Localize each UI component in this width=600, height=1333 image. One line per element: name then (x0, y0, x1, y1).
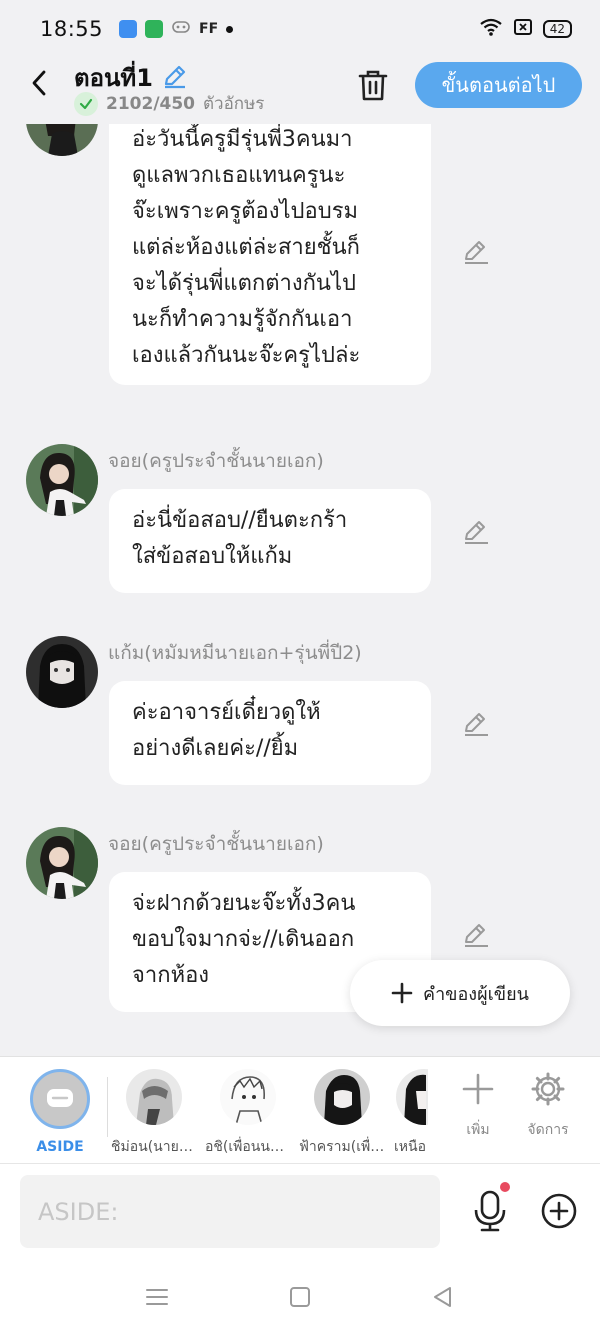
more-notifications-dot (226, 25, 234, 33)
speaker-name: จอย(ครูประจำชั้นนายเอก) (108, 450, 324, 472)
notification-icons: FF (119, 19, 234, 39)
composer (0, 1164, 600, 1260)
back-nav-button[interactable] (430, 1284, 456, 1310)
avatar[interactable] (26, 444, 98, 516)
plus-icon (462, 1073, 494, 1105)
character-name: เหนือ (394, 1139, 426, 1155)
speaker-name: จอย(ครูประจำชั้นนายเอก) (108, 833, 324, 855)
character-item[interactable]: ฟ้าคราม(เพื่อน (299, 1069, 385, 1158)
character-name: ชิม่อน(นายเอก (111, 1139, 197, 1155)
menu-icon (146, 1289, 168, 1305)
edit-message-button[interactable] (462, 518, 490, 546)
message-input[interactable] (20, 1175, 440, 1248)
pencil-icon (465, 713, 488, 736)
battery-indicator: 42 (542, 20, 572, 38)
avatar[interactable] (26, 124, 98, 156)
message-text: อ่ะวันนี้ครูมีรุ่นพี่3คนมา ดูแลพวกเธอแทน… (132, 127, 361, 368)
edit-message-button[interactable] (462, 921, 490, 949)
avatar (314, 1069, 370, 1125)
edit-message-button[interactable] (462, 710, 490, 738)
recording-indicator-dot (500, 1182, 510, 1192)
author-note-button[interactable]: คำของผู้เขียน (350, 960, 570, 1026)
square-icon (290, 1287, 310, 1307)
back-button[interactable] (22, 66, 56, 100)
message-bubble[interactable]: อ่ะวันนี้ครูมีรุ่นพี่3คนมา ดูแลพวกเธอแทน… (109, 124, 431, 385)
edit-title-icon[interactable] (161, 62, 189, 94)
message-text: อ่ะนี่ข้อสอบ//ยืนตะกร้า ใส่ข้อสอบให้แก้ม (132, 508, 348, 569)
character-name: อชิ(เพื่อนนายเอก (205, 1139, 291, 1155)
message-text: ค่ะอาจารย์เดี๋ยวดูให้ อย่างดีเลยค่ะ//ยิ้… (132, 700, 321, 761)
wifi-icon (479, 17, 503, 41)
plus-icon (391, 982, 413, 1004)
plus-circle-icon (541, 1193, 577, 1229)
pencil-icon (465, 521, 488, 544)
character-item[interactable]: ชิม่อน(นายเอก (111, 1069, 197, 1158)
character-count: 2102/450 (106, 93, 196, 114)
pencil-icon (465, 241, 488, 264)
check-icon (74, 91, 98, 116)
avatar (396, 1069, 428, 1125)
avatar (220, 1069, 276, 1125)
divider (107, 1077, 108, 1137)
status-bar: 18:55 FF 42 (0, 0, 600, 58)
character-item[interactable]: อชิ(เพื่อนนายเอก (205, 1069, 291, 1158)
speech-bubble-icon (47, 1089, 73, 1107)
triangle-back-icon (434, 1287, 451, 1307)
avatar (126, 1069, 182, 1125)
app-notification-icon (145, 20, 164, 38)
editor-header: ตอนที่1 2102/450 ตัวอักษร ขั้นตอนต่อไป (0, 58, 600, 124)
message-bubble[interactable]: ค่ะอาจารย์เดี๋ยวดูให้ อย่างดีเลยค่ะ//ยิ้… (109, 681, 431, 785)
status-time: 18:55 (40, 17, 104, 41)
next-step-button[interactable]: ขั้นตอนต่อไป (415, 62, 582, 108)
gear-icon (531, 1072, 565, 1106)
system-navigation-bar (0, 1260, 600, 1333)
gamepad-icon (171, 19, 191, 39)
character-name: ASIDE (36, 1139, 84, 1155)
chevron-left-icon (32, 70, 46, 96)
app-notification-icon (119, 20, 138, 38)
trash-icon (358, 70, 388, 101)
add-character-label: เพิ่ม (466, 1122, 490, 1138)
author-note-label: คำของผู้เขียน (423, 983, 529, 1005)
character-aside[interactable]: ASIDE (30, 1069, 90, 1155)
aside-avatar (30, 1069, 90, 1129)
add-character-button[interactable]: เพิ่ม (448, 1071, 508, 1141)
recent-apps-button[interactable] (144, 1284, 170, 1310)
pencil-icon (465, 924, 488, 947)
avatar[interactable] (26, 827, 98, 899)
manage-characters-button[interactable]: จัดการ (518, 1071, 578, 1141)
chat-area[interactable]: อ่ะวันนี้ครูมีรุ่นพี่3คนมา ดูแลพวกเธอแทน… (0, 124, 600, 1056)
home-button[interactable] (287, 1284, 313, 1310)
microphone-icon (474, 1190, 506, 1232)
ff-app-icon: FF (199, 21, 219, 37)
voice-record-button[interactable] (470, 1186, 510, 1236)
character-count-unit: ตัวอักษร (203, 94, 265, 114)
character-item[interactable]: เหนือ (392, 1069, 428, 1158)
speaker-name: แก้ม(หมัมหมีนายเอก+รุ่นพี่ปี2) (108, 642, 362, 664)
character-picker: ASIDE ชิม่อน(นายเอก อชิ(เพื่อนนายเอก ฟ้า… (0, 1056, 600, 1164)
message-bubble[interactable]: อ่ะนี่ข้อสอบ//ยืนตะกร้า ใส่ข้อสอบให้แก้ม (109, 489, 431, 593)
delete-button[interactable] (354, 66, 392, 104)
sim-icon (513, 18, 533, 40)
character-name: ฟ้าคราม(เพื่อน (299, 1139, 385, 1155)
avatar[interactable] (26, 636, 98, 708)
add-content-button[interactable] (540, 1192, 578, 1230)
manage-characters-label: จัดการ (527, 1122, 569, 1138)
edit-message-button[interactable] (462, 238, 490, 266)
